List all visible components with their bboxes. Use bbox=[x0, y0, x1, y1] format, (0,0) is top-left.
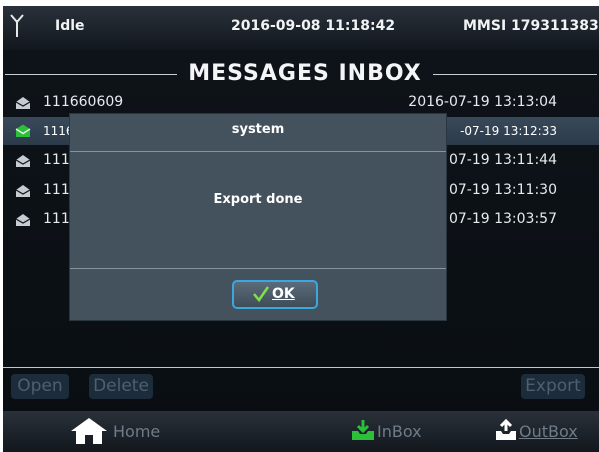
nav-inbox-label: InBox bbox=[377, 422, 422, 441]
ok-button[interactable]: OK bbox=[232, 280, 318, 309]
device-screen: Idle 2016-09-08 11:18:42 MMSI 179311383 … bbox=[3, 6, 599, 452]
title-divider-left bbox=[5, 74, 177, 75]
title-divider-right bbox=[433, 74, 597, 75]
message-date: 07-19 13:03:57 bbox=[448, 211, 557, 227]
check-icon bbox=[253, 286, 270, 303]
page-title-row: MESSAGES INBOX bbox=[3, 58, 599, 92]
nav-outbox-label: OutBox bbox=[519, 422, 578, 441]
message-date: -07-19 13:12:33 bbox=[460, 124, 557, 138]
message-date: 07-19 13:11:30 bbox=[448, 182, 557, 198]
envelope-read-icon bbox=[15, 97, 31, 109]
home-icon bbox=[71, 418, 107, 444]
dialog-message: Export done bbox=[213, 192, 303, 207]
status-mmsi: MMSI 179311383 bbox=[463, 18, 599, 34]
message-row[interactable]: 111660609 2016-07-19 13:13:04 bbox=[3, 89, 599, 117]
message-date: 07-19 13:11:44 bbox=[448, 152, 557, 168]
delete-button[interactable]: Delete bbox=[89, 374, 153, 399]
message-date: 2016-07-19 13:13:04 bbox=[408, 94, 557, 110]
nav-home-label: Home bbox=[113, 422, 161, 441]
message-sender: 111 bbox=[43, 182, 70, 198]
system-dialog: system Export done OK bbox=[70, 114, 446, 320]
dialog-divider-bottom bbox=[70, 268, 446, 269]
status-state: Idle bbox=[55, 18, 85, 34]
envelope-read-icon bbox=[15, 155, 31, 167]
nav-home[interactable]: Home bbox=[69, 418, 169, 445]
message-sender: 111660609 bbox=[43, 94, 124, 110]
divider bbox=[3, 367, 599, 368]
message-sender: 111 bbox=[43, 211, 70, 227]
inbox-icon bbox=[352, 420, 374, 440]
message-sender: 1116 bbox=[43, 124, 74, 138]
envelope-read-icon bbox=[15, 185, 31, 197]
open-button[interactable]: Open bbox=[11, 374, 69, 399]
status-bar: Idle 2016-09-08 11:18:42 MMSI 179311383 bbox=[3, 6, 599, 50]
bottom-nav: Home InBox OutBox bbox=[3, 411, 599, 452]
ok-button-label: OK bbox=[272, 286, 295, 302]
antenna-icon bbox=[10, 14, 24, 37]
outbox-icon bbox=[496, 419, 516, 440]
dialog-title: system bbox=[231, 122, 285, 137]
dialog-divider-top bbox=[70, 151, 446, 152]
message-sender: 111 bbox=[43, 152, 70, 168]
envelope-unread-icon bbox=[15, 124, 31, 137]
envelope-read-icon bbox=[15, 214, 31, 226]
export-button[interactable]: Export bbox=[521, 374, 585, 399]
nav-outbox[interactable]: OutBox bbox=[495, 419, 595, 445]
nav-inbox[interactable]: InBox bbox=[351, 419, 431, 445]
status-datetime: 2016-09-08 11:18:42 bbox=[231, 18, 396, 34]
page-title: MESSAGES INBOX bbox=[188, 61, 422, 86]
